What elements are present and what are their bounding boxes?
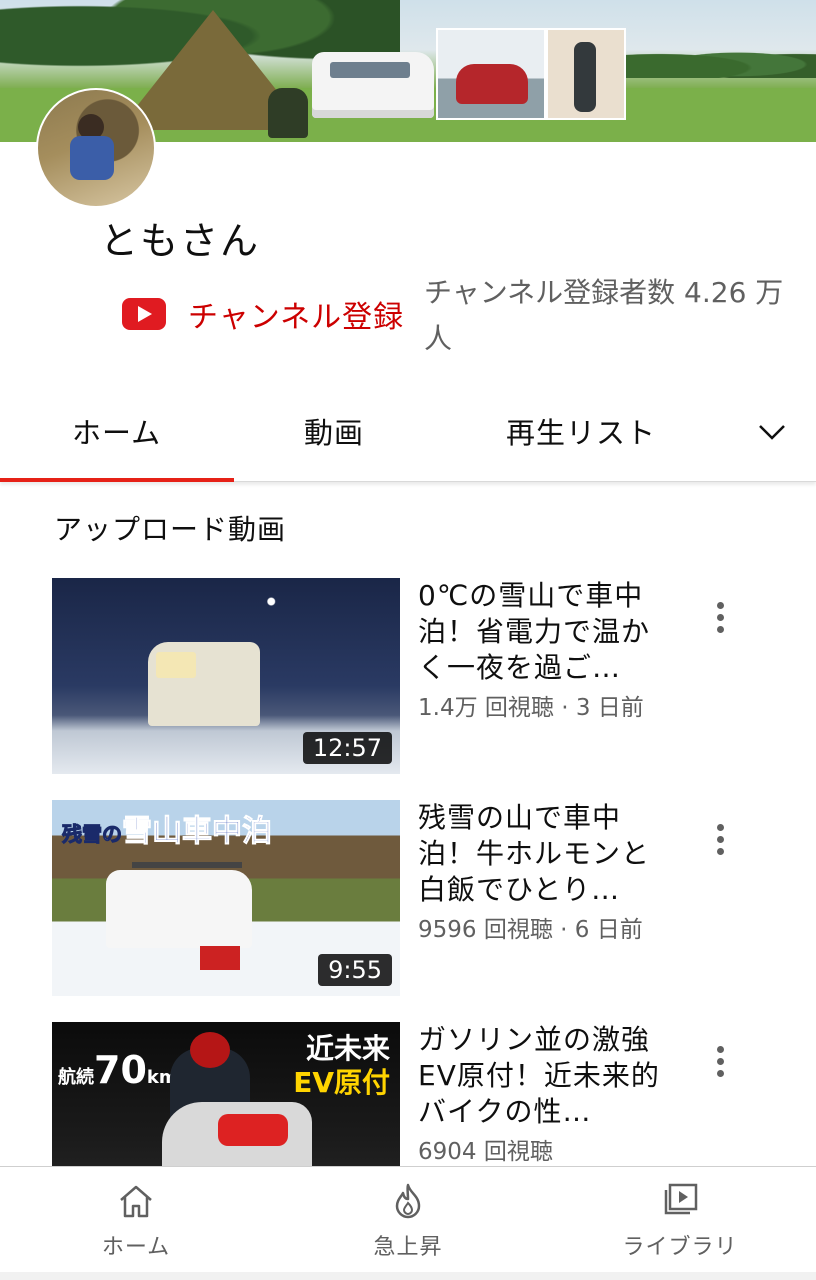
bottom-navigation: ホーム 急上昇 ライブラリ [0,1166,816,1274]
video-meta: 6904 回視聴 [418,1139,553,1165]
video-item[interactable]: 12:57 0℃の雪山で車中泊！省電力で温かく一夜を過ご… 1.4万 回視聴 ·… [0,578,816,778]
video-duration: 12:57 [302,732,392,764]
youtube-logo-icon [122,298,166,330]
video-duration: 9:55 [318,954,392,986]
more-options-icon[interactable] [710,824,730,864]
video-meta: 1.4万 回視聴 · 3 日前 [418,695,644,721]
chevron-down-icon[interactable] [754,414,790,450]
more-options-icon[interactable] [710,602,730,642]
active-tab-indicator [0,478,234,482]
video-item[interactable]: 残雪の雪山車中泊 9:55 残雪の山で車中泊！牛ホルモンと白飯でひとり… 959… [0,800,816,1000]
library-icon [664,1183,698,1215]
video-meta: 9596 回視聴 · 6 日前 [418,917,643,943]
tab-playlists[interactable]: 再生リスト [506,410,656,452]
nav-library[interactable]: ライブラリ [580,1181,780,1261]
subscribe-label: チャンネル登録 [188,300,405,335]
video-title[interactable]: 残雪の山で車中泊！牛ホルモンと白飯でひとり… [418,800,678,908]
channel-name: ともさん [100,219,261,263]
tab-videos[interactable]: 動画 [304,410,364,452]
system-navigation-bar [0,1272,816,1280]
video-thumbnail[interactable]: 12:57 [52,578,400,774]
trending-flame-icon [395,1183,421,1219]
video-thumbnail[interactable]: 残雪の雪山車中泊 9:55 [52,800,400,996]
nav-trending[interactable]: 急上昇 [308,1181,508,1261]
tab-home[interactable]: ホーム [72,410,161,452]
thumbnail-caption: 近未来 EV原付 [293,1032,390,1099]
video-title[interactable]: 0℃の雪山で車中泊！省電力で温かく一夜を過ご… [418,578,678,686]
channel-avatar[interactable] [36,88,156,208]
channel-tabs: ホーム 動画 再生リスト [0,390,816,482]
nav-label: ライブラリ [622,1235,738,1260]
thumbnail-caption: 残雪の雪山車中泊 [62,814,273,850]
section-title: アップロード動画 [54,513,287,546]
video-title[interactable]: ガソリン並の激強EV原付！近未来的バイクの性… [418,1022,678,1130]
home-icon [120,1185,152,1218]
subscribe-button[interactable]: チャンネル登録 [122,292,404,336]
more-options-icon[interactable] [710,1046,730,1086]
subscriber-count: チャンネル登録者数 4.26 万人 [424,276,784,355]
nav-home[interactable]: ホーム [36,1181,236,1261]
thumbnail-caption: 航続70km [58,1048,178,1092]
nav-label: 急上昇 [373,1235,443,1260]
nav-label: ホーム [101,1235,171,1260]
